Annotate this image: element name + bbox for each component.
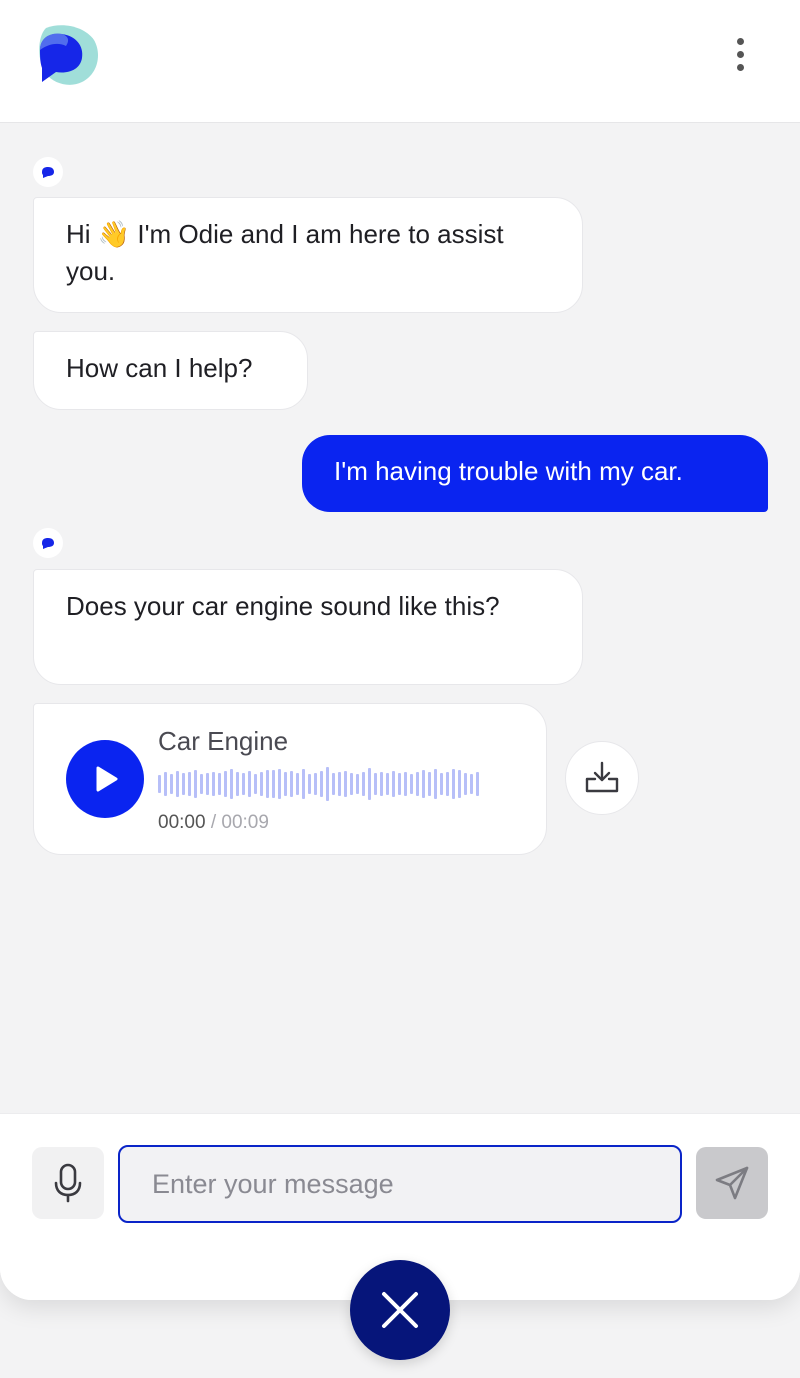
odie-chat-logo-icon (36, 24, 100, 88)
audio-waveform[interactable] (158, 766, 518, 802)
waveform-bar (416, 772, 419, 796)
play-icon (96, 766, 118, 792)
waveform-bar (428, 772, 431, 796)
message-text: How can I help? (66, 353, 253, 383)
waveform-bar (200, 774, 203, 794)
waveform-bar (296, 773, 299, 795)
close-chat-button[interactable] (350, 1260, 450, 1360)
waveform-bar (350, 773, 353, 795)
waveform-bar (392, 771, 395, 797)
odie-avatar-icon (42, 538, 54, 549)
close-icon (382, 1292, 418, 1328)
send-icon (715, 1166, 749, 1200)
waveform-bar (326, 767, 329, 801)
more-vertical-icon (736, 37, 744, 45)
waveform-bar (236, 772, 239, 796)
waveform-bar (158, 775, 161, 793)
waveform-bar (284, 772, 287, 796)
send-button[interactable] (696, 1147, 768, 1219)
waveform-bar (290, 771, 293, 797)
microphone-button[interactable] (32, 1147, 104, 1219)
waveform-bar (320, 771, 323, 797)
waveform-bar (386, 773, 389, 795)
waveform-bar (458, 770, 461, 798)
waveform-bar (344, 771, 347, 797)
chat-widget: Hi 👋 I'm Odie and I am here to assist yo… (0, 0, 800, 1300)
waveform-bar (272, 770, 275, 798)
waveform-bar (422, 770, 425, 798)
waveform-bar (314, 773, 317, 795)
waveform-bar (194, 770, 197, 798)
waveform-bar (404, 772, 407, 796)
waveform-bar (440, 773, 443, 795)
waveform-bar (374, 773, 377, 795)
waveform-bar (476, 772, 479, 796)
waveform-bar (464, 773, 467, 795)
message-text: Does your car engine sound like this? (66, 591, 500, 621)
waveform-bar (224, 771, 227, 797)
waveform-bar (248, 771, 251, 797)
audio-time-separator: / (205, 812, 222, 833)
odie-avatar-icon (42, 167, 54, 178)
waveform-bar (182, 773, 185, 795)
waveform-bar (188, 772, 191, 796)
waveform-bar (242, 773, 245, 795)
waveform-bar (254, 774, 257, 794)
audio-message: Car Engine 00:00 / 00:09 (33, 703, 547, 855)
download-icon (585, 761, 619, 793)
audio-duration: 00:09 (221, 812, 269, 833)
waveform-bar (266, 770, 269, 798)
waveform-bar (362, 772, 365, 796)
waveform-bar (176, 771, 179, 797)
microphone-icon (54, 1163, 82, 1203)
waveform-bar (260, 772, 263, 796)
waveform-bar (338, 772, 341, 796)
bot-message: Hi 👋 I'm Odie and I am here to assist yo… (33, 197, 583, 313)
waveform-bar (356, 774, 359, 794)
waveform-bar (470, 774, 473, 794)
bot-message: How can I help? (33, 331, 308, 410)
chat-header (0, 0, 800, 123)
waveform-bar (170, 774, 173, 794)
waveform-bar (302, 769, 305, 799)
audio-title: Car Engine (158, 726, 289, 756)
waveform-bar (164, 772, 167, 796)
waveform-bar (434, 769, 437, 799)
audio-time: 00:00 / 00:09 (158, 812, 269, 834)
bot-message: Does your car engine sound like this? (33, 569, 583, 685)
bot-avatar (33, 157, 63, 187)
message-input[interactable] (118, 1145, 682, 1223)
waveform-bar (446, 772, 449, 796)
waveform-bar (308, 774, 311, 794)
message-text: Hi 👋 I'm Odie and I am here to assist yo… (66, 219, 504, 286)
waveform-bar (206, 773, 209, 795)
menu-dot (736, 50, 744, 58)
menu-dot (736, 63, 744, 71)
waveform-bar (212, 772, 215, 796)
waveform-bar (332, 773, 335, 795)
waveform-bar (278, 769, 281, 799)
play-button[interactable] (66, 740, 144, 818)
message-text: I'm having trouble with my car. (334, 456, 683, 486)
waveform-bar (398, 773, 401, 795)
chat-messages: Hi 👋 I'm Odie and I am here to assist yo… (0, 123, 800, 1113)
audio-current-time: 00:00 (158, 812, 206, 833)
waveform-bar (452, 769, 455, 799)
waveform-bar (230, 769, 233, 799)
waveform-bar (380, 772, 383, 796)
download-button[interactable] (565, 741, 639, 815)
waveform-bar (368, 768, 371, 800)
waveform-bar (410, 774, 413, 794)
waveform-bar (218, 773, 221, 795)
more-options-button[interactable] (722, 34, 758, 74)
user-message: I'm having trouble with my car. (302, 435, 768, 512)
bot-avatar (33, 528, 63, 558)
